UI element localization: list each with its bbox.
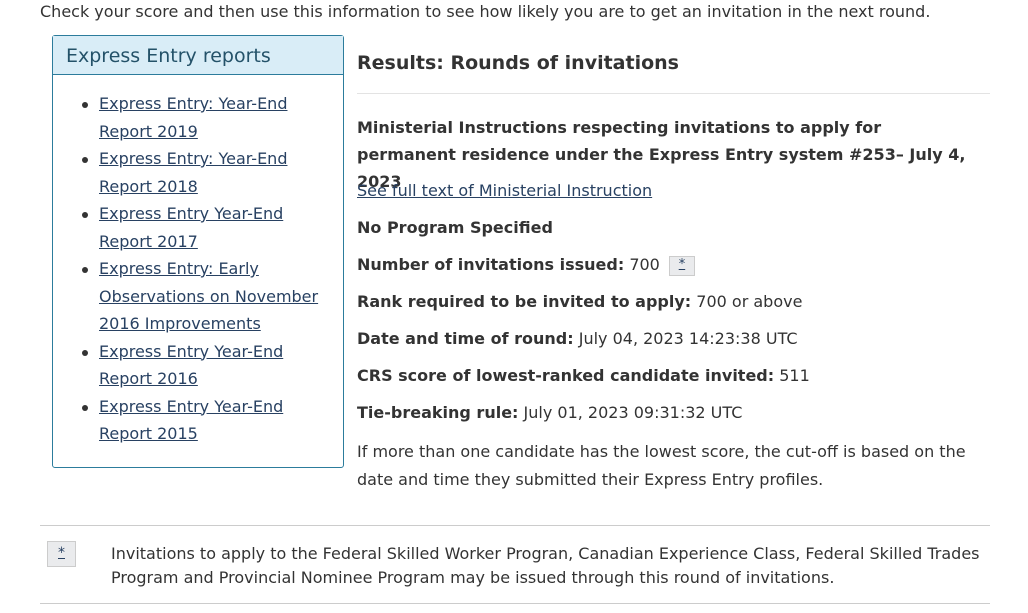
- footnote-ref-link[interactable]: *: [668, 256, 695, 276]
- list-item: Express Entry Year-End Report 2015: [79, 393, 329, 448]
- date-value: July 04, 2023 14:23:38 UTC: [578, 329, 798, 348]
- tie-row: Tie-breaking rule: July 01, 2023 09:31:3…: [357, 403, 742, 422]
- divider: [40, 603, 990, 604]
- report-link[interactable]: Express Entry Year-End Report 2016: [99, 342, 283, 389]
- reports-list: Express Entry: Year-End Report 2019 Expr…: [79, 90, 329, 448]
- crs-value: 511: [779, 366, 810, 385]
- tie-label: Tie-breaking rule:: [357, 403, 519, 422]
- panel-title: Express Entry reports: [53, 36, 343, 75]
- divider: [40, 525, 990, 526]
- divider: [357, 93, 990, 94]
- crs-label: CRS score of lowest-ranked candidate inv…: [357, 366, 775, 385]
- tie-note: If more than one candidate has the lowes…: [357, 442, 966, 489]
- report-link[interactable]: Express Entry Year-End Report 2015: [99, 397, 283, 444]
- full-text-link[interactable]: See full text of Ministerial Instruction: [357, 181, 652, 200]
- invitations-label: Number of invitations issued:: [357, 255, 625, 274]
- list-item: Express Entry Year-End Report 2016: [79, 338, 329, 393]
- program-label: No Program Specified: [357, 218, 553, 237]
- rank-row: Rank required to be invited to apply: 70…: [357, 292, 802, 311]
- list-item: Express Entry: Year-End Report 2018: [79, 145, 329, 200]
- results-title: Results: Rounds of invitations: [357, 52, 679, 74]
- report-link[interactable]: Express Entry: Early Observations on Nov…: [99, 259, 318, 333]
- report-link[interactable]: Express Entry: Year-End Report 2018: [99, 149, 287, 196]
- list-item: Express Entry Year-End Report 2017: [79, 200, 329, 255]
- date-row: Date and time of round: July 04, 2023 14…: [357, 329, 798, 348]
- report-link[interactable]: Express Entry: Year-End Report 2019: [99, 94, 287, 141]
- reports-panel: Express Entry reports Express Entry: Yea…: [52, 35, 344, 468]
- intro-text: Check your score and then use this infor…: [40, 2, 931, 21]
- date-label: Date and time of round:: [357, 329, 574, 348]
- invitations-row: Number of invitations issued: 700 *: [357, 255, 695, 276]
- footnote-text: Invitations to apply to the Federal Skil…: [111, 544, 980, 587]
- report-link[interactable]: Express Entry Year-End Report 2017: [99, 204, 283, 251]
- list-item: Express Entry: Year-End Report 2019: [79, 90, 329, 145]
- tie-value: July 01, 2023 09:31:32 UTC: [523, 403, 743, 422]
- crs-row: CRS score of lowest-ranked candidate inv…: [357, 366, 810, 385]
- rank-value: 700 or above: [696, 292, 803, 311]
- footnote-back-link[interactable]: *: [47, 541, 76, 567]
- list-item: Express Entry: Early Observations on Nov…: [79, 255, 329, 338]
- rank-label: Rank required to be invited to apply:: [357, 292, 692, 311]
- invitations-value: 700: [629, 255, 660, 274]
